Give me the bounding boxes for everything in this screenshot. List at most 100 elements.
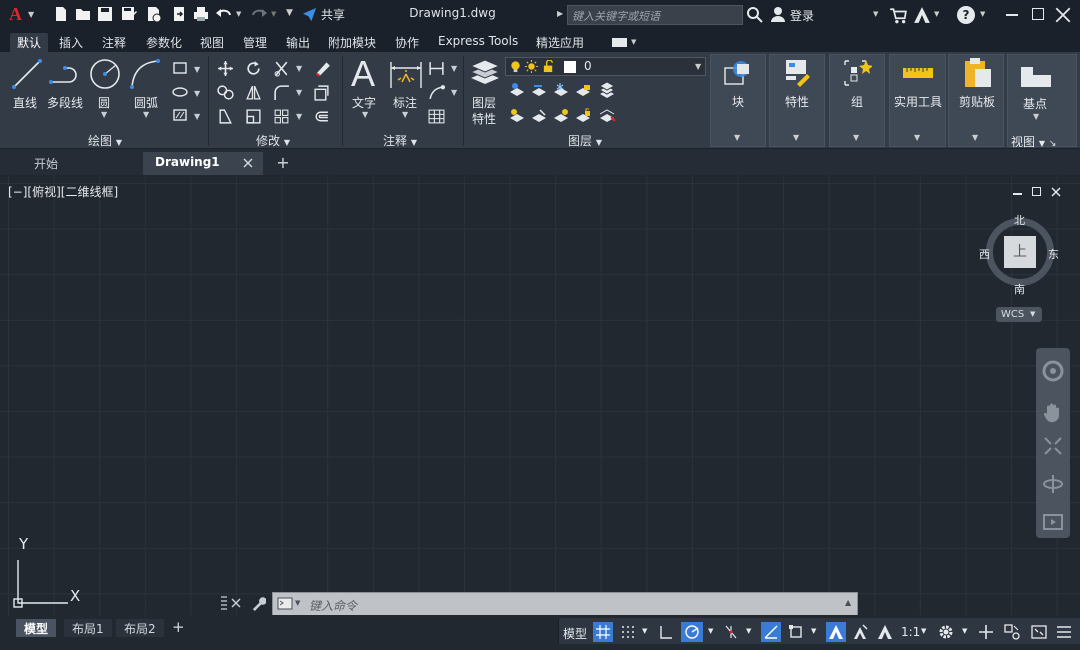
polar-tracking-button[interactable] <box>681 622 703 642</box>
clean-screen-button[interactable] <box>1029 622 1049 642</box>
steering-wheel-icon[interactable] <box>1042 360 1064 382</box>
grid-button[interactable] <box>593 622 613 642</box>
compass-south[interactable]: 南 <box>1014 281 1025 297</box>
scale-dropdown-icon[interactable]: ▼ <box>921 627 926 635</box>
hatch-icon[interactable] <box>172 108 188 122</box>
add-layout-button[interactable]: + <box>172 618 185 636</box>
object-snap-button[interactable] <box>786 622 806 642</box>
tab-layout2[interactable]: 布局2 <box>116 619 164 637</box>
object-snap-tracking-button[interactable] <box>761 622 781 642</box>
polar-dropdown-icon[interactable]: ▼ <box>708 627 713 635</box>
orbit-icon[interactable] <box>1043 474 1063 494</box>
add-scales-button[interactable] <box>976 622 996 642</box>
cart-icon[interactable] <box>889 7 907 25</box>
save-as-icon[interactable] <box>120 5 138 23</box>
tab-parametric[interactable]: 参数化 <box>146 33 182 52</box>
close-command-line-icon[interactable] <box>231 598 241 608</box>
basepoint-dropdown-icon[interactable]: ▼ <box>1033 112 1039 121</box>
arc-dropdown-icon[interactable]: ▼ <box>143 110 149 119</box>
osnap-dropdown-icon[interactable]: ▼ <box>811 627 816 635</box>
offset-icon[interactable] <box>313 108 330 125</box>
annotation-panel-title[interactable]: 注释 ▼ <box>383 132 417 149</box>
ribbon-minimize-button[interactable]: ▼ <box>612 38 640 48</box>
help-button[interactable]: ? <box>957 6 975 24</box>
layer-on-icon[interactable] <box>508 108 526 124</box>
trim-icon[interactable] <box>273 60 290 77</box>
annotation-scale-value[interactable]: 1:1 <box>901 625 920 639</box>
text-label[interactable]: 文字 <box>352 94 376 111</box>
layers-panel-title[interactable]: 图层 ▼ <box>568 132 602 149</box>
arc-label[interactable]: 圆弧 <box>134 94 158 111</box>
ellipse-dropdown-icon[interactable]: ▼ <box>194 89 200 98</box>
leader-dropdown-icon[interactable]: ▼ <box>451 88 457 97</box>
copy-icon[interactable] <box>217 84 234 101</box>
new-file-icon[interactable] <box>52 5 70 23</box>
workspace-switching-button[interactable] <box>936 622 956 642</box>
text-icon[interactable]: A <box>351 54 381 94</box>
layer-off-icon[interactable] <box>508 82 526 98</box>
annotation-visibility-button[interactable] <box>826 622 846 642</box>
search-input[interactable]: 键入关键字或短语 <box>567 5 743 25</box>
help-dropdown-icon[interactable]: ▼ <box>980 10 985 18</box>
array-dropdown-icon[interactable]: ▼ <box>296 112 302 121</box>
hatch-dropdown-icon[interactable]: ▼ <box>194 112 200 121</box>
dimension-icon[interactable] <box>388 58 424 92</box>
drawing-viewport[interactable]: [−][俯视][二维线框] 上 北 南 西 东 WCS ▼ Y X <box>0 175 1080 615</box>
snap-dropdown-icon[interactable]: ▼ <box>642 627 647 635</box>
ortho-button[interactable] <box>657 622 675 642</box>
close-icon[interactable] <box>1054 6 1072 24</box>
customize-quick-access-icon[interactable]: ▼ <box>286 8 293 18</box>
isodraft-button[interactable] <box>722 622 740 642</box>
properties-panel[interactable]: 特性 ▼ <box>769 54 825 147</box>
command-history-arrow-icon[interactable]: ▲ <box>845 598 851 607</box>
tab-insert[interactable]: 插入 <box>59 33 83 52</box>
basepoint-icon[interactable] <box>1020 63 1052 89</box>
dimension-dropdown-icon[interactable]: ▼ <box>402 110 408 119</box>
layer-lock-icon[interactable] <box>574 82 592 98</box>
layer-properties-label-1[interactable]: 图层 <box>472 94 496 111</box>
layer-freeze-icon[interactable] <box>552 82 570 98</box>
tab-output[interactable]: 输出 <box>286 33 310 52</box>
tab-layout1[interactable]: 布局1 <box>64 619 112 637</box>
rectangle-dropdown-icon[interactable]: ▼ <box>194 65 200 74</box>
plot-icon[interactable] <box>192 5 210 23</box>
layer-thaw-icon[interactable] <box>552 108 570 124</box>
move-icon[interactable] <box>217 60 234 77</box>
ellipse-icon[interactable] <box>172 85 188 99</box>
clipboard-panel[interactable]: 剪贴板 ▼ <box>948 54 1004 147</box>
open-folder-icon[interactable] <box>74 5 92 23</box>
rotate-icon[interactable] <box>245 60 262 77</box>
isolate-objects-button[interactable] <box>1002 622 1022 642</box>
utilities-panel[interactable]: 实用工具 ▼ <box>889 54 946 147</box>
command-prompt-icon[interactable] <box>277 597 293 610</box>
tab-featured-apps[interactable]: 精选应用 <box>536 33 584 52</box>
layer-unisolate-icon[interactable] <box>530 108 548 124</box>
recent-commands-dropdown-icon[interactable]: ▼ <box>295 599 300 607</box>
scale-icon[interactable] <box>245 108 262 125</box>
rectangle-icon[interactable] <box>172 61 188 75</box>
save-to-web-icon[interactable] <box>170 5 188 23</box>
linear-dimension-icon[interactable] <box>428 60 445 77</box>
undo-icon[interactable] <box>215 5 233 23</box>
basepoint-label[interactable]: 基点 <box>1023 95 1047 112</box>
auto-scale-button[interactable] <box>851 622 871 642</box>
command-line-input[interactable]: ▼ 键入命令 ▲ <box>272 592 858 616</box>
text-dropdown-icon[interactable]: ▼ <box>362 110 368 119</box>
arc-icon[interactable] <box>128 57 162 91</box>
layer-properties-label-2[interactable]: 特性 <box>472 110 496 127</box>
compass-west[interactable]: 西 <box>979 246 990 262</box>
leader-icon[interactable] <box>428 84 445 101</box>
app-store-dropdown-icon[interactable]: ▼ <box>934 10 939 18</box>
sign-in-button[interactable]: 登录 <box>770 5 820 25</box>
tab-manage[interactable]: 管理 <box>243 33 267 52</box>
tab-drawing1[interactable]: Drawing1 <box>143 152 263 175</box>
viewport-minimize-button[interactable] <box>1013 193 1022 195</box>
fillet-dropdown-icon[interactable]: ▼ <box>296 88 302 97</box>
layer-make-current-icon[interactable] <box>598 82 616 98</box>
undo-dropdown-icon[interactable]: ▼ <box>236 10 241 18</box>
tab-collaborate[interactable]: 协作 <box>395 33 419 52</box>
circle-dropdown-icon[interactable]: ▼ <box>101 110 107 119</box>
layer-properties-icon[interactable] <box>467 56 501 90</box>
modify-panel-title[interactable]: 修改 ▼ <box>256 132 290 149</box>
circle-label[interactable]: 圆 <box>98 94 110 111</box>
